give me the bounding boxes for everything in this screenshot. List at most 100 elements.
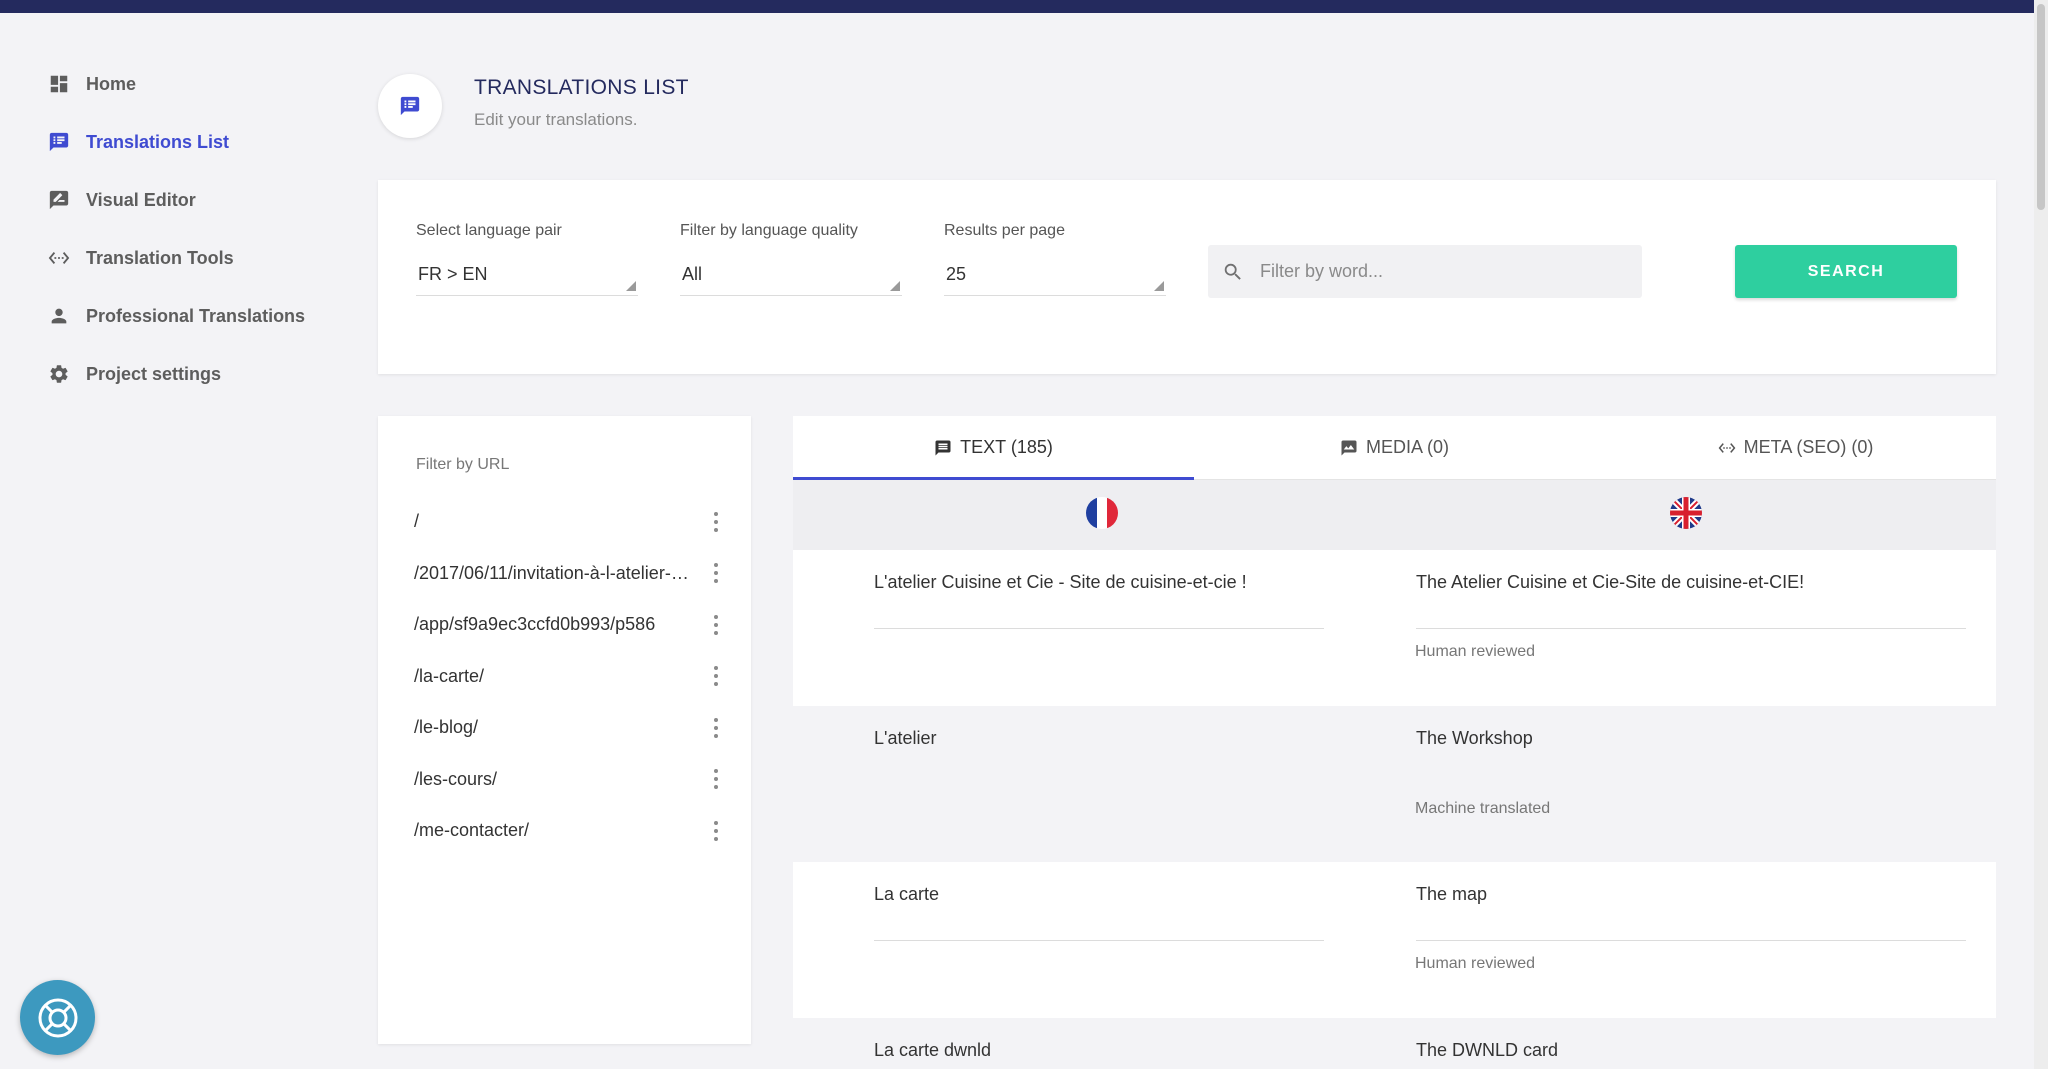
tab-meta-seo[interactable]: META (SEO) (0) [1595, 416, 1996, 479]
sidebar-item-label: Translations List [86, 131, 230, 152]
target-text[interactable]: The Atelier Cuisine et Cie-Site de cuisi… [1416, 572, 1966, 593]
url-list-item[interactable]: /2017/06/11/invitation-à-l-atelier-cuisi… [414, 548, 726, 600]
url-list-item[interactable]: /me-contacter/ [414, 805, 726, 857]
scrollbar-thumb[interactable] [2037, 4, 2045, 210]
lifebuoy-icon [38, 998, 77, 1037]
person-icon [46, 303, 72, 329]
url-list-item[interactable]: /la-carte/ [414, 651, 726, 703]
translation-row: L'atelier The Workshop Machine translate… [793, 706, 1996, 862]
sidebar-item-label: Visual Editor [86, 189, 196, 210]
page-title: TRANSLATIONS LIST [474, 76, 689, 99]
url-text: /app/sf9a9ec3ccfd0b993/p586 [414, 614, 656, 635]
comment-icon [935, 440, 951, 455]
filter-card: Select language pair FR > EN Filter by l… [378, 180, 1996, 374]
dropdown-triangle-icon [890, 281, 900, 291]
sidebar-item-label: Home [86, 73, 137, 94]
more-options-icon[interactable] [706, 819, 726, 843]
translations-panel: TEXT (185) MEDIA (0) META (SEO) (0) L'at… [793, 416, 1996, 1069]
quality-select[interactable]: All [680, 256, 902, 296]
translation-status: Human reviewed [1415, 643, 1536, 660]
sidebar-item-translations-list[interactable]: Translations List [0, 113, 340, 171]
source-text[interactable]: L'atelier Cuisine et Cie - Site de cuisi… [874, 572, 1324, 593]
sidebar-item-project-settings[interactable]: Project settings [0, 345, 340, 403]
url-list-item[interactable]: /le-blog/ [414, 702, 726, 754]
page-header-icon [378, 74, 442, 138]
tab-text[interactable]: TEXT (185) [793, 416, 1194, 480]
sidebar-item-professional-translations[interactable]: Professional Translations [0, 287, 340, 345]
quality-label: Filter by language quality [680, 222, 858, 239]
more-options-icon[interactable] [706, 613, 726, 637]
results-select[interactable]: 25 [944, 256, 1166, 296]
url-text: /me-contacter/ [414, 820, 530, 841]
target-text[interactable]: The map [1416, 884, 1966, 905]
french-flag-icon [1086, 497, 1118, 529]
list-chat-icon [46, 129, 72, 155]
results-field: Results per page 25 [944, 222, 1166, 296]
sidebar-item-home[interactable]: Home [0, 55, 340, 113]
results-value: 25 [946, 264, 967, 284]
translation-row: La carte dwnld The DWNLD card [793, 1018, 1996, 1069]
sidebar-item-label: Translation Tools [86, 247, 234, 268]
url-text: / [414, 511, 420, 532]
sidebar-item-label: Professional Translations [86, 305, 306, 326]
translation-status: Machine translated [1415, 800, 1551, 817]
search-icon [1224, 263, 1241, 280]
language-pair-field: Select language pair FR > EN [416, 222, 638, 296]
url-text: /le-blog/ [414, 717, 479, 738]
code-icon [1718, 442, 1736, 453]
source-underline [874, 628, 1324, 629]
more-options-icon[interactable] [706, 510, 726, 534]
source-text[interactable]: La carte [874, 884, 1324, 905]
quality-value: All [682, 264, 703, 284]
url-list: / /2017/06/11/invitation-à-l-atelier-cui… [414, 496, 726, 857]
url-list-item[interactable]: /les-cours/ [414, 754, 726, 806]
translation-row: La carte The map Human reviewed [793, 862, 1996, 1018]
target-underline [1416, 940, 1966, 941]
dropdown-triangle-icon [1154, 281, 1164, 291]
uk-flag-icon [1670, 497, 1702, 529]
tab-label: MEDIA (0) [1365, 437, 1449, 457]
url-text: /la-carte/ [414, 665, 485, 686]
target-text[interactable]: The Workshop [1416, 728, 1966, 749]
page-subtitle: Edit your translations. [474, 110, 638, 129]
search-button[interactable]: SEARCH [1735, 245, 1957, 298]
sidebar-item-visual-editor[interactable]: Visual Editor [0, 171, 340, 229]
source-text[interactable]: La carte dwnld [874, 1040, 1324, 1061]
target-text[interactable]: The DWNLD card [1416, 1040, 1966, 1061]
tab-media[interactable]: MEDIA (0) [1194, 416, 1595, 479]
url-list-item[interactable]: / [414, 496, 726, 548]
target-underline [1416, 628, 1966, 629]
source-underline [874, 940, 1324, 941]
more-options-icon[interactable] [706, 767, 726, 791]
search-input[interactable] [1260, 261, 1620, 282]
translation-status: Human reviewed [1415, 955, 1536, 972]
edit-image-icon [46, 187, 72, 213]
more-options-icon[interactable] [706, 664, 726, 688]
language-pair-label: Select language pair [416, 222, 562, 239]
sidebar-item-label: Project settings [86, 363, 222, 384]
image-icon [1341, 440, 1357, 455]
page-scrollbar[interactable] [2034, 0, 2048, 1069]
dropdown-triangle-icon [626, 281, 636, 291]
url-text: /2017/06/11/invitation-à-l-atelier-cuisi… [414, 562, 690, 583]
results-label: Results per page [944, 222, 1065, 239]
language-pair-value: FR > EN [418, 264, 488, 284]
url-filter-panel: Filter by URL / /2017/06/11/invitation-à… [378, 416, 751, 1044]
quality-field: Filter by language quality All [680, 222, 902, 296]
source-text[interactable]: L'atelier [874, 728, 1324, 749]
more-options-icon[interactable] [706, 716, 726, 740]
gear-icon [46, 361, 72, 387]
code-icon [46, 245, 72, 271]
top-bar [0, 0, 2048, 13]
sidebar-item-translation-tools[interactable]: Translation Tools [0, 229, 340, 287]
tab-label: META (SEO) (0) [1743, 437, 1874, 457]
help-button[interactable] [20, 980, 95, 1055]
url-text: /les-cours/ [414, 768, 498, 789]
translation-row: L'atelier Cuisine et Cie - Site de cuisi… [793, 550, 1996, 706]
search-box [1208, 245, 1642, 298]
language-pair-select[interactable]: FR > EN [416, 256, 638, 296]
more-options-icon[interactable] [706, 561, 726, 585]
list-chat-icon [400, 96, 420, 116]
url-list-item[interactable]: /app/sf9a9ec3ccfd0b993/p586 [414, 599, 726, 651]
sidebar: Home Translations List Visual Editor Tra… [0, 55, 340, 403]
